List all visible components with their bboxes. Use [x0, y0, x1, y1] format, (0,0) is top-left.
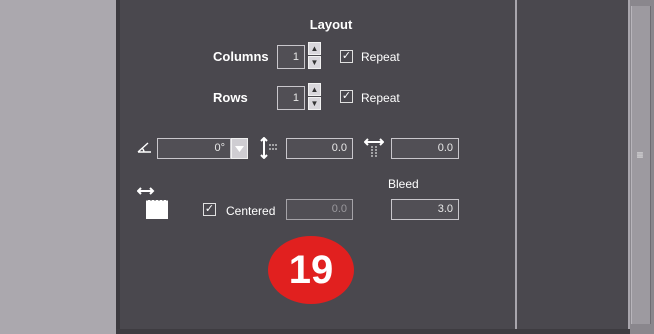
right-panel — [517, 0, 628, 334]
bleed-page-icon — [136, 186, 171, 220]
bleed-label: Bleed — [388, 177, 419, 191]
columns-input[interactable]: 1 — [277, 45, 305, 69]
rows-label: Rows — [213, 90, 248, 105]
layout-title: Layout — [309, 17, 353, 32]
rows-down-arrow-icon[interactable]: ▼ — [308, 97, 321, 110]
horizontal-spacing-icon — [363, 137, 385, 159]
repeat-rows-label: Repeat — [361, 91, 400, 105]
rows-stepper[interactable]: ▲ ▼ — [308, 83, 321, 111]
columns-down-arrow-icon[interactable]: ▼ — [308, 56, 321, 69]
repeat-columns-label: Repeat — [361, 50, 400, 64]
columns-up-arrow-icon[interactable]: ▲ — [308, 42, 321, 55]
angle-select[interactable]: 0° — [157, 138, 231, 159]
rows-up-arrow-icon[interactable]: ▲ — [308, 83, 321, 96]
dropdown-arrow-icon[interactable] — [231, 138, 248, 159]
vertical-spacing-input[interactable]: 0.0 — [286, 138, 353, 159]
rows-input[interactable]: 1 — [277, 86, 305, 110]
repeat-columns-checkbox[interactable]: ✓ — [340, 50, 353, 63]
bottom-edge — [116, 329, 630, 334]
centered-checkbox[interactable]: ✓ — [203, 203, 216, 216]
columns-stepper[interactable]: ▲ ▼ — [308, 42, 321, 70]
horizontal-spacing-input[interactable]: 0.0 — [391, 138, 459, 159]
scrollbar-thumb[interactable] — [631, 6, 651, 324]
bleed-offset-input: 0.0 — [286, 199, 353, 220]
repeat-rows-checkbox[interactable]: ✓ — [340, 90, 353, 103]
left-pane — [0, 0, 117, 334]
step-number-badge: 19 — [268, 236, 354, 304]
grip-icon: ≡ — [636, 148, 644, 162]
columns-label: Columns — [213, 49, 269, 64]
angle-icon — [137, 140, 153, 154]
vertical-spacing-icon — [259, 136, 279, 160]
bleed-value-input[interactable]: 3.0 — [391, 199, 459, 220]
centered-label: Centered — [226, 204, 276, 218]
